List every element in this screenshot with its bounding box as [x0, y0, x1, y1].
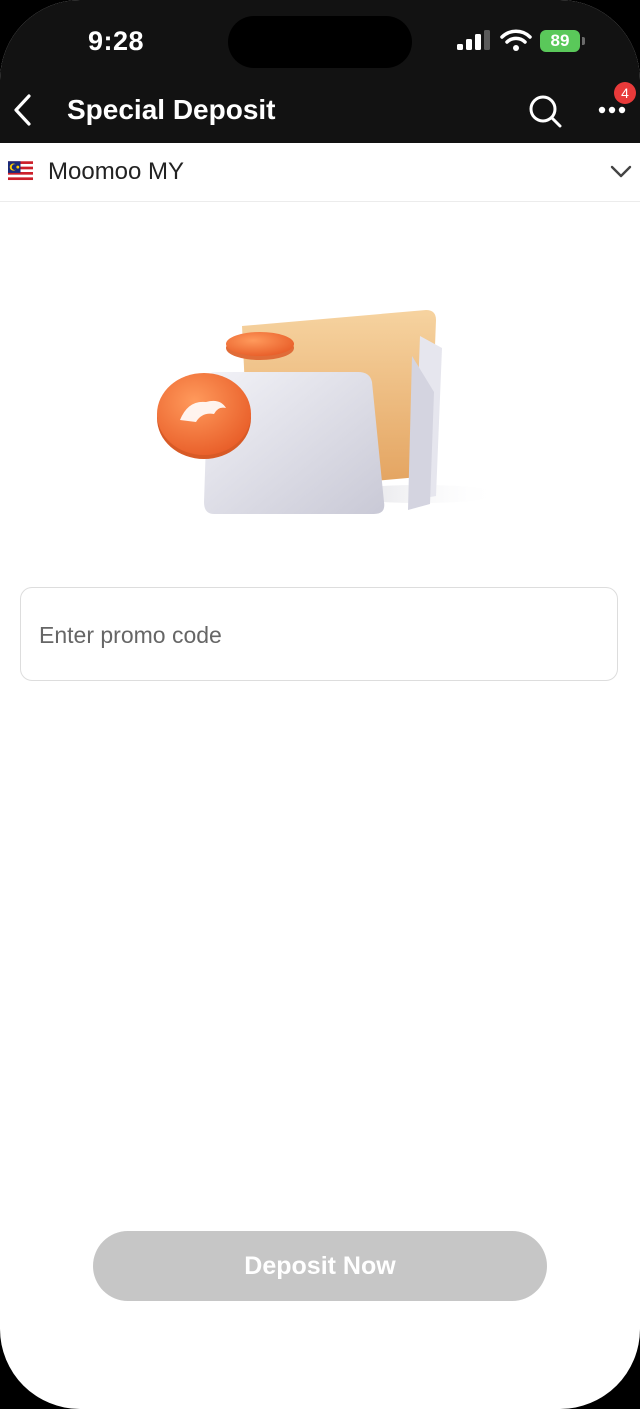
- cellular-signal-icon: [457, 30, 490, 50]
- app-screen: 9:28 89 Special Deposit 4 Moomoo MY Ente…: [0, 0, 640, 1409]
- battery-icon: 89: [540, 30, 580, 52]
- account-name: Moomoo MY: [48, 158, 185, 185]
- deposit-folder-illustration: [157, 310, 500, 514]
- more-button[interactable]: 4: [592, 82, 636, 130]
- back-button[interactable]: [8, 92, 40, 128]
- promo-code-input[interactable]: [37, 588, 601, 682]
- chevron-down-icon: [610, 165, 632, 178]
- top-bar: 9:28 89 Special Deposit 4: [0, 0, 640, 143]
- deposit-now-button[interactable]: Deposit Now: [93, 1231, 547, 1301]
- promo-code-field[interactable]: [20, 587, 618, 682]
- wifi-icon: [500, 29, 532, 51]
- malaysia-flag-icon: [8, 161, 33, 183]
- account-selector[interactable]: Moomoo MY: [0, 143, 640, 202]
- search-icon[interactable]: [526, 92, 564, 130]
- status-time: 9:28: [88, 26, 145, 56]
- dynamic-island: [228, 16, 412, 68]
- page-title: Special Deposit: [67, 94, 276, 125]
- battery-level: 89: [550, 31, 570, 50]
- more-icon: [598, 106, 626, 114]
- notification-badge: 4: [614, 82, 636, 104]
- battery-cap: [582, 37, 585, 45]
